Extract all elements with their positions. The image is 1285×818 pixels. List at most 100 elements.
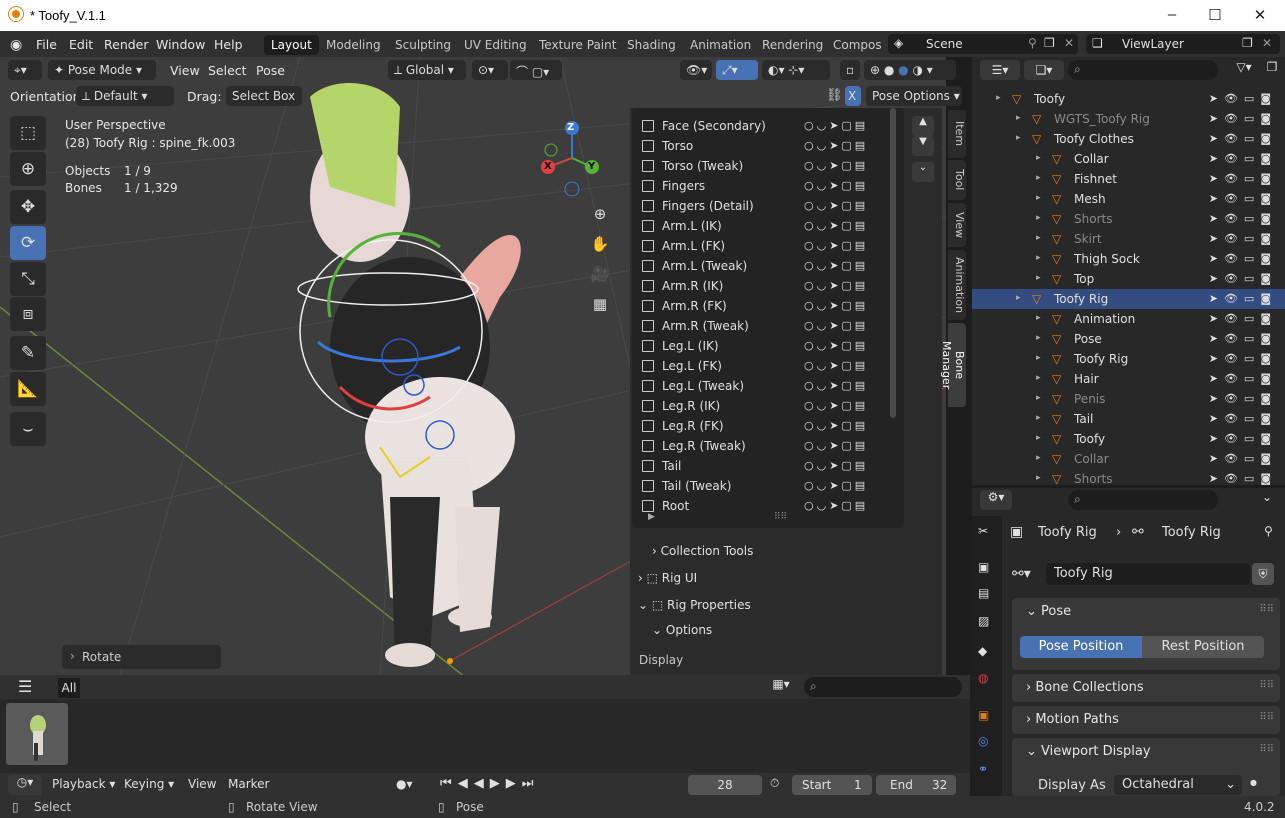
visibility-toggles[interactable]: ➤👁▭◙ — [1209, 372, 1277, 385]
bone-collection-controls[interactable]: ○◡➤▢▤ — [804, 179, 868, 192]
select-box-tool[interactable]: ⬚ — [10, 116, 46, 150]
panel-drag-handle[interactable]: ⠿⠿ — [1259, 712, 1274, 723]
marker-menu[interactable]: Marker — [228, 777, 269, 791]
move-up-button[interactable]: ▲ — [912, 116, 934, 136]
start-frame-field[interactable]: Start 1 — [792, 775, 872, 795]
grid-ortho-icon[interactable]: ▦ — [586, 290, 614, 318]
properties-editor-type-button[interactable]: ⚙▾ — [980, 490, 1012, 510]
expand-arrow-icon[interactable]: ▸ — [1016, 293, 1021, 303]
list-scrollbar[interactable] — [890, 108, 896, 418]
fake-user-shield-icon[interactable]: ⛨ — [1252, 563, 1274, 585]
outliner-row[interactable]: ▸ ▽ WGTS_Toofy Rig ➤👁▭◙ — [972, 109, 1285, 129]
visibility-button[interactable]: 👁▾ — [680, 60, 712, 80]
expand-arrow-icon[interactable]: ▸ — [1036, 193, 1041, 203]
menu-window[interactable]: Window — [156, 37, 205, 52]
expand-arrow-icon[interactable]: ▸ — [1036, 413, 1041, 423]
bone-collection-row[interactable]: Fingers ○◡➤▢▤ — [634, 176, 904, 196]
panel-drag-handle[interactable]: ⠿⠿ — [1259, 680, 1274, 691]
visibility-toggles[interactable]: ➤👁▭◙ — [1209, 112, 1277, 125]
expand-arrow-icon[interactable]: ▸ — [1036, 233, 1041, 243]
expand-arrow-icon[interactable]: ▸ — [1036, 313, 1041, 323]
bone-collection-row[interactable]: Arm.R (Tweak) ○◡➤▢▤ — [634, 316, 904, 336]
pose-options-dropdown[interactable]: Pose Options ▾ — [866, 86, 962, 106]
outliner-row[interactable]: ▸ ▽ Thigh Sock ➤👁▭◙ — [972, 249, 1285, 269]
bone-collection-controls[interactable]: ○◡➤▢▤ — [804, 299, 868, 312]
filter-icon[interactable]: ▽▾ — [1228, 60, 1260, 80]
gizmo-x-label[interactable]: X — [544, 161, 552, 172]
outliner-row[interactable]: ▸ ▽ Tail ➤👁▭◙ — [972, 409, 1285, 429]
expand-arrow-icon[interactable]: ▸ — [1036, 473, 1041, 483]
tool-tab-icon[interactable]: ✂ — [978, 524, 988, 538]
maximize-icon[interactable]: ☐ — [1205, 6, 1225, 24]
bone-collection-controls[interactable]: ○◡➤▢▤ — [804, 439, 868, 452]
bone-collection-controls[interactable]: ○◡➤▢▤ — [804, 159, 868, 172]
stopwatch-icon[interactable]: ⏱ — [770, 776, 779, 791]
mode-dropdown[interactable]: ✦ Pose Mode ▾ — [48, 60, 156, 80]
visibility-toggles[interactable]: ➤👁▭◙ — [1209, 132, 1277, 145]
asset-search-input[interactable]: ⌕ — [804, 677, 962, 697]
armature-name-field[interactable]: Toofy Rig — [1046, 563, 1250, 585]
bone-collection-row[interactable]: Leg.L (Tweak) ○◡➤▢▤ — [634, 376, 904, 396]
render-tab-icon[interactable]: ▣ — [978, 560, 989, 574]
zoom-icon[interactable]: ⊕ — [586, 200, 614, 228]
outliner-row[interactable]: ▸ ▽ Toofy Rig ➤👁▭◙ — [972, 349, 1285, 369]
visibility-toggles[interactable]: ➤👁▭◙ — [1209, 452, 1277, 465]
cursor-tool[interactable]: ⊕ — [10, 152, 46, 186]
bone-collection-controls[interactable]: ○◡➤▢▤ — [804, 419, 868, 432]
bone-collection-row[interactable]: Arm.L (IK) ○◡➤▢▤ — [634, 216, 904, 236]
menu-help[interactable]: Help — [214, 37, 243, 52]
visibility-toggles[interactable]: ➤👁▭◙ — [1209, 92, 1277, 105]
bone-collection-row[interactable]: Tail ○◡➤▢▤ — [634, 456, 904, 476]
view-layer-selector[interactable]: ❏ ViewLayer ❐ ✕ — [1086, 34, 1280, 54]
bone-collection-row[interactable]: Torso ○◡➤▢▤ — [634, 136, 904, 156]
visibility-toggles[interactable]: ➤👁▭◙ — [1209, 432, 1277, 445]
options-header[interactable]: ⌄ Options — [652, 623, 712, 637]
expand-arrow-icon[interactable]: ▸ — [1036, 253, 1041, 263]
scene-tab-icon[interactable]: ◆ — [978, 644, 987, 658]
constraints-tab-icon[interactable]: ⚭ — [978, 762, 988, 776]
close-icon[interactable]: ✕ — [1250, 6, 1270, 24]
bone-collection-row[interactable]: Arm.L (Tweak) ○◡➤▢▤ — [634, 256, 904, 276]
end-frame-field[interactable]: End 32 — [876, 775, 956, 795]
bone-collection-controls[interactable]: ○◡➤▢▤ — [804, 219, 868, 232]
sidebar-tab-tool[interactable]: Tool — [948, 160, 966, 200]
collection-tools-header[interactable]: › Collection Tools — [652, 544, 753, 558]
record-button[interactable]: ●▾ — [396, 777, 413, 791]
bone-collection-row[interactable]: Leg.L (IK) ○◡➤▢▤ — [634, 336, 904, 356]
move-tool[interactable]: ✥ — [10, 190, 46, 224]
visibility-toggles[interactable]: ➤👁▭◙ — [1209, 472, 1277, 485]
motion-paths-panel[interactable]: › Motion Paths ⠿⠿ — [1012, 706, 1280, 734]
scene-selector[interactable]: ◈ Scene ⚲ ❐ ✕ — [888, 34, 1078, 54]
menu-view[interactable]: View — [170, 63, 200, 78]
drag-dropdown[interactable]: Select Box — [226, 86, 302, 106]
bone-collection-controls[interactable]: ○◡➤▢▤ — [804, 319, 868, 332]
outliner-search-input[interactable]: ⌕ — [1068, 60, 1218, 80]
visibility-toggles[interactable]: ➤👁▭◙ — [1209, 352, 1277, 365]
editor-type-button[interactable]: ⌖▾ — [8, 60, 42, 80]
delete-view-layer-icon[interactable]: ✕ — [1262, 36, 1272, 50]
bone-collection-controls[interactable]: ○◡➤▢▤ — [804, 199, 868, 212]
tab-animation[interactable]: Animation — [683, 35, 758, 55]
relax-pose-tool[interactable]: ⌣ — [10, 412, 46, 446]
pan-hand-icon[interactable]: ✋ — [586, 230, 614, 258]
visibility-toggles[interactable]: ➤👁▭◙ — [1209, 212, 1277, 225]
rig-properties-header[interactable]: ⌄ ⬚ Rig Properties — [638, 598, 751, 612]
bone-collection-controls[interactable]: ○◡➤▢▤ — [804, 259, 868, 272]
visibility-toggles[interactable]: ➤👁▭◙ — [1209, 292, 1277, 305]
filter-all-tab[interactable]: All — [58, 678, 80, 698]
expand-arrow-icon[interactable]: ▸ — [1036, 333, 1041, 343]
bone-collection-row[interactable]: Fingers (Detail) ○◡➤▢▤ — [634, 196, 904, 216]
menu-pose[interactable]: Pose — [256, 63, 285, 78]
tab-compositing[interactable]: Compos — [826, 35, 889, 55]
last-operator-panel[interactable]: › Rotate — [62, 645, 221, 669]
object-tab-icon[interactable]: ▣ — [978, 708, 989, 722]
tab-uv-editing[interactable]: UV Editing — [457, 35, 534, 55]
pose-position-button[interactable]: Pose Position — [1020, 636, 1142, 658]
outliner-row[interactable]: ▸ ▽ Toofy Clothes ➤👁▭◙ — [972, 129, 1285, 149]
snapping-button[interactable]: ⌒ ▢▾ — [510, 60, 562, 80]
bone-collections-panel[interactable]: › Bone Collections ⠿⠿ — [1012, 674, 1280, 702]
scale-tool[interactable]: ⤡ — [10, 262, 46, 296]
bone-collection-controls[interactable]: ○◡➤▢▤ — [804, 399, 868, 412]
keyframe-dot-icon[interactable]: ● — [1250, 778, 1257, 787]
visibility-toggles[interactable]: ➤👁▭◙ — [1209, 332, 1277, 345]
